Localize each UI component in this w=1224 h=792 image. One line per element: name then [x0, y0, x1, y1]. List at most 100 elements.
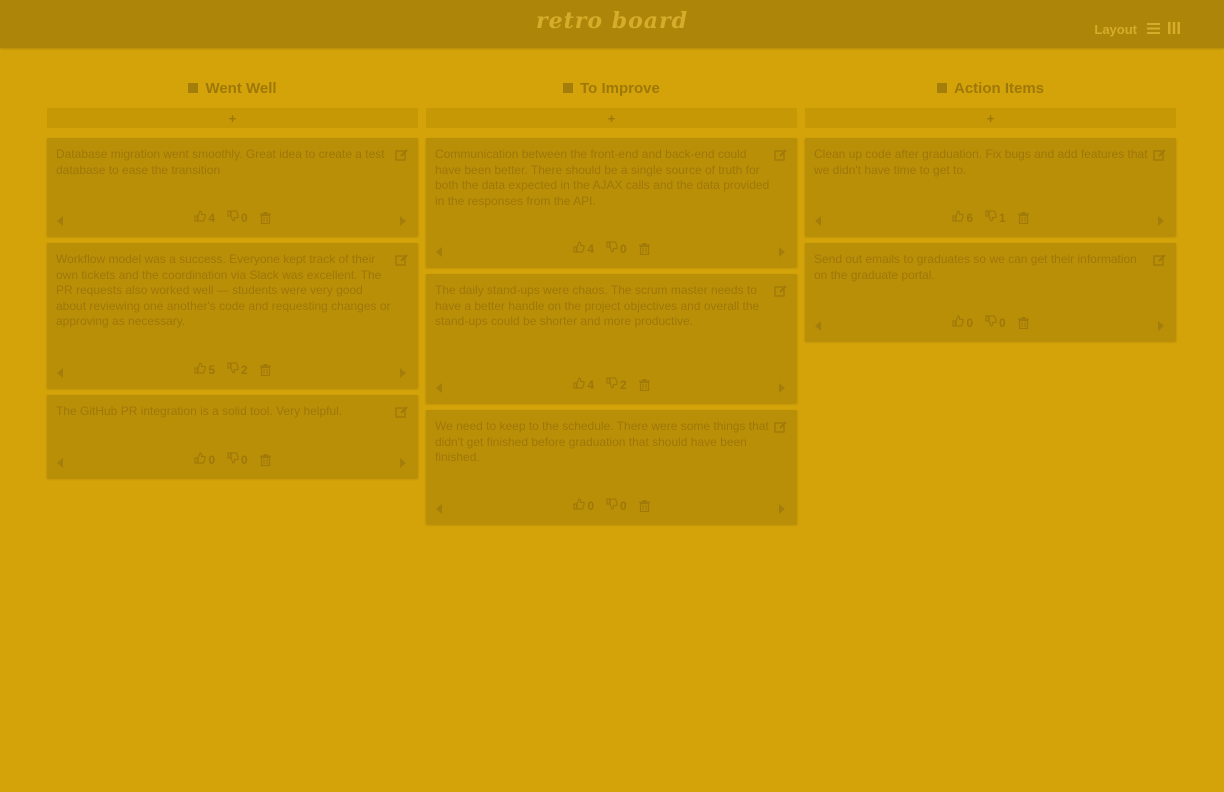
upvote-button[interactable]: 6: [952, 210, 973, 225]
retro-card: Clean up code after graduation. Fix bugs…: [805, 138, 1176, 236]
columns-layout-icon[interactable]: [1168, 22, 1180, 37]
upvote-count: 4: [208, 210, 215, 225]
thumbs-up-icon: [194, 452, 206, 467]
move-right-arrow-icon[interactable]: [400, 455, 406, 473]
upvote-button[interactable]: 0: [573, 498, 594, 513]
upvote-button[interactable]: 4: [194, 210, 215, 225]
edit-icon[interactable]: [395, 405, 409, 424]
thumbs-down-icon: [227, 210, 239, 225]
vote-controls: 5 2: [47, 362, 418, 377]
thumbs-up-icon: [573, 241, 585, 256]
card-footer: 6 1: [805, 210, 1176, 226]
thumbs-down-icon: [606, 377, 618, 392]
vote-controls: 4 2: [426, 377, 797, 392]
card-text: Workflow model was a success. Everyone k…: [56, 252, 391, 328]
upvote-count: 4: [587, 241, 594, 256]
thumbs-up-icon: [194, 362, 206, 377]
column-color-swatch: [563, 83, 574, 93]
trash-icon[interactable]: [638, 499, 650, 512]
add-card-button[interactable]: +: [47, 108, 418, 128]
trash-icon[interactable]: [259, 453, 271, 466]
card-footer: 5 2: [47, 362, 418, 378]
downvote-count: 0: [241, 452, 248, 467]
downvote-button[interactable]: 0: [227, 210, 248, 225]
thumbs-up-icon: [952, 315, 964, 330]
retro-card: Send out emails to graduates so we can g…: [805, 243, 1176, 341]
downvote-button[interactable]: 0: [606, 498, 627, 513]
trash-icon[interactable]: [1017, 211, 1029, 224]
move-right-arrow-icon[interactable]: [1158, 318, 1164, 336]
upvote-button[interactable]: 4: [573, 241, 594, 256]
upvote-count: 4: [587, 377, 594, 392]
upvote-button[interactable]: 0: [194, 452, 215, 467]
vote-controls: 0 0: [805, 315, 1176, 330]
downvote-button[interactable]: 0: [606, 241, 627, 256]
retro-card: Communication between the front-end and …: [426, 138, 797, 267]
thumbs-down-icon: [985, 315, 997, 330]
move-right-arrow-icon[interactable]: [779, 380, 785, 398]
trash-icon[interactable]: [259, 363, 271, 376]
edit-icon[interactable]: [1153, 253, 1167, 272]
card-footer: 0 0: [426, 498, 797, 514]
thumbs-down-icon: [227, 452, 239, 467]
column-title: Action Items: [953, 79, 1044, 97]
edit-icon[interactable]: [774, 420, 788, 439]
downvote-count: 2: [241, 362, 248, 377]
downvote-button[interactable]: 2: [227, 362, 248, 377]
edit-icon[interactable]: [1153, 148, 1167, 167]
downvote-button[interactable]: 1: [985, 210, 1006, 225]
move-right-arrow-icon[interactable]: [400, 213, 406, 231]
card-text: The daily stand-ups were chaos. The scru…: [435, 283, 760, 328]
move-right-arrow-icon[interactable]: [779, 244, 785, 262]
downvote-button[interactable]: 0: [985, 315, 1006, 330]
edit-icon[interactable]: [774, 284, 788, 303]
app-title: retro board: [536, 8, 688, 34]
plus-icon: +: [986, 110, 995, 126]
retro-card: Database migration went smoothly. Great …: [47, 138, 418, 236]
downvote-count: 1: [999, 210, 1006, 225]
downvote-count: 0: [620, 498, 627, 513]
thumbs-down-icon: [227, 362, 239, 377]
edit-icon[interactable]: [774, 148, 788, 167]
column-went-well: Went Well + Database migration went smoo…: [47, 78, 418, 478]
column-title: Went Well: [205, 79, 277, 97]
trash-icon[interactable]: [638, 242, 650, 255]
trash-icon[interactable]: [259, 211, 271, 224]
downvote-count: 2: [620, 377, 627, 392]
downvote-count: 0: [620, 241, 627, 256]
card-text: Communication between the front-end and …: [435, 147, 770, 208]
downvote-button[interactable]: 0: [227, 452, 248, 467]
downvote-button[interactable]: 2: [606, 377, 627, 392]
column-color-swatch: [188, 83, 199, 93]
thumbs-down-icon: [606, 498, 618, 513]
thumbs-down-icon: [985, 210, 997, 225]
card-text: Clean up code after graduation. Fix bugs…: [814, 147, 1148, 177]
top-bar: retro board Layout: [0, 0, 1224, 48]
upvote-button[interactable]: 5: [194, 362, 215, 377]
vote-controls: 6 1: [805, 210, 1176, 225]
layout-switcher: Layout: [1094, 22, 1180, 37]
trash-icon[interactable]: [638, 378, 650, 391]
add-card-button[interactable]: +: [426, 108, 797, 128]
card-text: The GitHub PR integration is a solid too…: [56, 404, 343, 418]
edit-icon[interactable]: [395, 253, 409, 272]
move-right-arrow-icon[interactable]: [400, 365, 406, 383]
retro-card: The GitHub PR integration is a solid too…: [47, 395, 418, 478]
trash-icon[interactable]: [1017, 316, 1029, 329]
thumbs-up-icon: [573, 377, 585, 392]
column-action-items: Action Items + Clean up code after gradu…: [805, 78, 1176, 341]
upvote-button[interactable]: 0: [952, 315, 973, 330]
upvote-count: 0: [966, 315, 973, 330]
column-title: To Improve: [580, 79, 660, 97]
edit-icon[interactable]: [395, 148, 409, 167]
add-card-button[interactable]: +: [805, 108, 1176, 128]
list-layout-icon[interactable]: [1147, 22, 1160, 37]
column-header: To Improve: [426, 78, 797, 98]
card-footer: 0 0: [47, 452, 418, 468]
move-right-arrow-icon[interactable]: [779, 501, 785, 519]
column-color-swatch: [936, 83, 947, 93]
downvote-count: 0: [241, 210, 248, 225]
move-right-arrow-icon[interactable]: [1158, 213, 1164, 231]
vote-controls: 0 0: [47, 452, 418, 467]
upvote-button[interactable]: 4: [573, 377, 594, 392]
